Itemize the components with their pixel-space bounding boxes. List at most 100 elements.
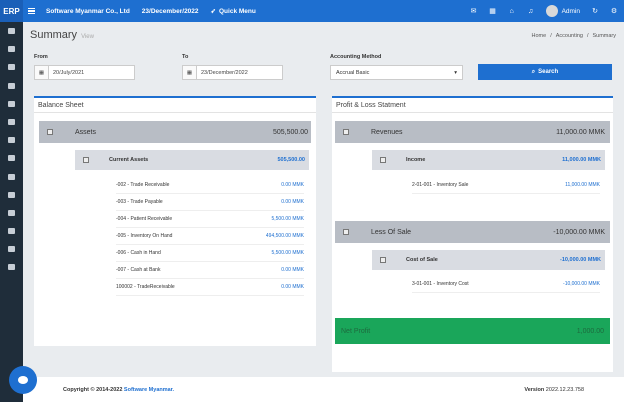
chat-icon[interactable]: ✉ [470,7,478,15]
expand-toggle-icon[interactable] [343,129,349,135]
assets-amount: 505,500.00 [272,128,308,136]
net-profit-label: Net Profit [341,327,371,335]
revenues-amount: 11,000.00 MMK [556,128,605,136]
chevron-down-icon: ▾ [454,69,457,76]
sidebar-book-icon[interactable] [8,191,15,198]
current-assets-label: Current Assets [109,157,149,163]
assets-label: Assets [75,128,97,136]
profit-loss-title: Profit & Loss Statment [332,98,613,113]
expand-toggle-icon[interactable] [380,157,386,163]
list-item: -004 - Patient Receivable 5,500.00 MMK [116,211,304,228]
revenues-group-row[interactable]: Revenues 11,000.00 MMK [335,121,610,143]
sidebar-settings-icon[interactable] [8,209,15,216]
account-amount[interactable]: 494,500.00 MMK [266,233,304,239]
quick-menu-button[interactable]: ➶ Quick Menu [210,7,256,16]
sidebar-dashboard-icon[interactable] [8,28,15,34]
list-item: -007 - Cash at Bank 0.00 MMK [116,262,304,279]
sidebar-report-icon[interactable] [8,228,15,235]
breadcrumb-separator: / [586,33,589,39]
account-amount[interactable]: 11,000.00 MMK [565,182,600,188]
page-subtitle: View [81,34,94,40]
page-title: Summary [30,29,78,41]
account-name: 3-01-001 - Inventory Cost [412,281,469,287]
sidebar-card-icon[interactable] [8,64,15,71]
list-item: -002 - Trade Receivable 0.00 MMK [116,177,304,194]
to-label: To [182,54,189,60]
sidebar-inbox-icon[interactable] [8,100,15,107]
assets-group-row[interactable]: Assets 505,500.00 [39,121,311,143]
cost-of-sale-amount: -10,000.00 MMK [560,257,601,263]
list-item: 100002 - TradeReceivable 0.00 MMK [116,279,304,296]
balance-sheet-title: Balance Sheet [34,98,316,113]
revenues-label: Revenues [371,128,403,136]
account-amount[interactable]: 0.00 MMK [281,182,304,188]
expand-toggle-icon[interactable] [343,229,349,235]
calculator-icon[interactable]: ▦ [489,7,497,15]
account-amount[interactable]: 0.00 MMK [281,199,304,205]
current-assets-row[interactable]: Current Assets 505,500.00 [75,150,309,170]
account-name: 100002 - TradeReceivable [116,284,175,290]
account-name: -004 - Patient Receivable [116,216,173,222]
account-name: -007 - Cash at Bank [116,267,161,273]
sidebar-diamond-icon[interactable] [8,137,15,144]
chat-bubble-icon [18,376,28,384]
user-name: Admin [561,7,580,15]
account-name: 2-01-001 - Inventory Sale [412,182,469,188]
account-name: -003 - Trade Payable [116,199,163,205]
from-date-field[interactable]: ▦ 20/July/2021 [34,65,135,80]
cost-of-sale-label: Cost of Sale [406,257,438,263]
sidebar-folder-icon[interactable] [8,246,15,253]
main-content: Summary View Home / Accounting / Summary… [23,22,624,402]
sidebar-box-icon[interactable] [8,173,15,180]
less-of-sale-group-row[interactable]: Less Of Sale -10,000.00 MMK [335,221,610,243]
account-amount[interactable]: 5,500.00 MMK [271,250,304,256]
home-icon[interactable]: ⌂ [508,7,516,15]
breadcrumb-home[interactable]: Home [532,33,547,39]
list-item: 3-01-001 - Inventory Cost -10,000.00 MMK [412,276,600,293]
sidebar-chart-icon[interactable] [8,46,15,53]
avatar [545,5,558,17]
to-date-value: 23/December/2022 [201,69,248,76]
rocket-icon: ➶ [210,8,216,15]
calendar-icon: ▦ [35,66,49,79]
version-number: 2022.12.23.758 [545,386,584,393]
account-name: -002 - Trade Receivable [116,182,170,188]
income-row[interactable]: Income 11,000.00 MMK [372,150,605,170]
account-amount[interactable]: 5,500.00 MMK [271,216,304,222]
from-date-value: 20/July/2021 [53,69,85,76]
sidebar-users-icon[interactable] [8,155,15,162]
expand-toggle-icon[interactable] [380,257,386,263]
income-label: Income [406,157,426,163]
sidebar-comment-icon[interactable] [8,264,15,271]
account-amount[interactable]: -10,000.00 MMK [563,281,600,287]
footer: Copyright © 2014-2022 Software Myanmar. … [23,377,624,402]
account-amount[interactable]: 0.00 MMK [281,267,304,273]
breadcrumb-accounting[interactable]: Accounting [556,33,583,39]
accounting-method-select[interactable]: Accrual Basic ▾ [330,65,463,80]
account-amount[interactable]: 0.00 MMK [281,284,304,290]
sidebar-tag-icon[interactable] [8,82,15,89]
expand-toggle-icon[interactable] [47,129,53,135]
accounting-method-value: Accrual Basic [336,69,370,76]
footer-company-link[interactable]: Software Myanmar. [124,387,174,393]
gear-icon[interactable]: ⚙ [610,7,618,15]
bell-icon[interactable]: ♫ [527,7,535,15]
expand-toggle-icon[interactable] [83,157,89,163]
sidebar-cart-icon[interactable] [8,118,15,125]
refresh-icon[interactable]: ↻ [591,7,599,15]
less-of-sale-label: Less Of Sale [371,228,412,236]
cost-of-sale-row[interactable]: Cost of Sale -10,000.00 MMK [372,250,605,270]
company-name: Software Myanmar Co., Ltd [46,7,130,15]
user-menu[interactable]: Admin [545,5,580,17]
accounting-method-label: Accounting Method [330,54,382,60]
quick-menu-label: Quick Menu [219,7,256,15]
top-navbar: ERP Software Myanmar Co., Ltd 23/Decembe… [0,0,624,22]
footer-version: Version 2022.12.23.758 [524,387,584,393]
chat-widget-button[interactable] [9,366,37,394]
to-date-field[interactable]: ▦ 23/December/2022 [182,65,283,80]
brand-logo[interactable]: ERP [0,0,23,22]
search-button[interactable]: ⌕ Search [478,64,612,80]
hamburger-menu-icon[interactable] [28,7,38,15]
breadcrumb-separator: / [550,33,552,39]
income-amount: 11,000.00 MMK [562,157,601,163]
